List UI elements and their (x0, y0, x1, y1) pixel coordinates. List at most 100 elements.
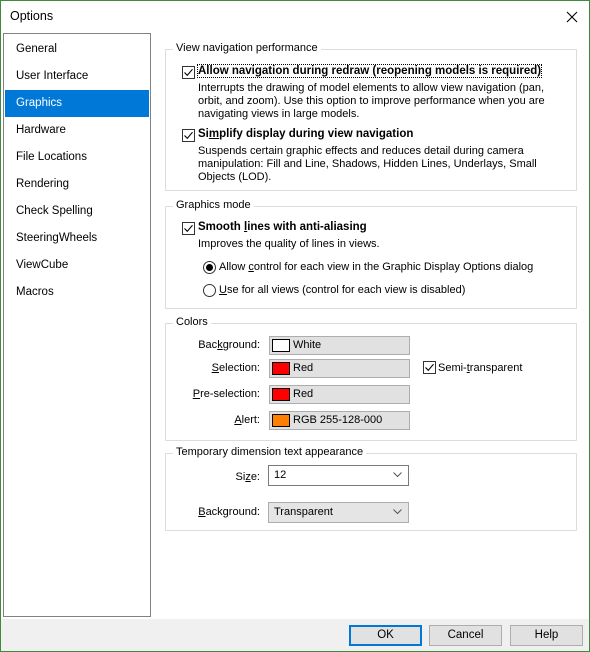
smooth-lines-label[interactable]: Smooth lines with anti-aliasing (198, 221, 367, 233)
cancel-button[interactable]: Cancel (429, 625, 502, 646)
selection-color-button[interactable]: Red (269, 359, 410, 378)
mnemonic: m (208, 128, 220, 140)
label-part: ackground: (205, 506, 260, 518)
close-button[interactable] (555, 1, 589, 33)
label-part: re-selection: (200, 388, 260, 400)
checkmark-icon (425, 363, 434, 372)
checkmark-icon (184, 224, 193, 233)
nav-item-graphics[interactable]: Graphics (5, 90, 149, 117)
label-part: ontrol for each view in the Graphic Disp… (253, 261, 534, 273)
simplify-display-label[interactable]: Simplify display during view navigation (198, 128, 413, 140)
label-part: Allow (219, 261, 249, 273)
selected-value: 12 (274, 469, 287, 481)
description-line: Suspends certain graphic effects and red… (198, 145, 524, 157)
nav-item-label: General (16, 43, 57, 55)
nav-item-label: File Locations (16, 151, 87, 163)
nav-item-rendering[interactable]: Rendering (5, 171, 149, 198)
nav-item-label: User Interface (16, 70, 89, 82)
color-swatch (272, 414, 290, 427)
size-dropdown[interactable]: 12 (268, 465, 409, 486)
description-line: manipulation: Fill and Line, Shadows, Hi… (198, 158, 537, 170)
nav-item-file-locations[interactable]: File Locations (5, 144, 149, 171)
chevron-down-icon (393, 509, 402, 515)
label-part: Si (235, 471, 246, 483)
use-for-all-views-radio[interactable] (203, 284, 216, 297)
options-dialog: Options General User Interface Graphics … (0, 0, 590, 652)
simplify-display-checkbox[interactable] (182, 129, 195, 142)
color-swatch (272, 388, 290, 401)
checkmark-icon (184, 68, 193, 77)
category-list: General User Interface Graphics Hardware… (3, 33, 151, 617)
title-bar: Options (1, 1, 589, 33)
dialog-title: Options (10, 9, 54, 23)
semi-transparent-label[interactable]: Semi-transparent (438, 362, 522, 374)
semi-transparent-checkbox[interactable] (423, 361, 436, 374)
group-label: Colors (173, 316, 211, 328)
group-label: View navigation performance (173, 42, 321, 54)
mnemonic: P (192, 388, 201, 400)
background-color-button[interactable]: White (269, 336, 410, 355)
colors-group: Colors Background: White Selection: Red … (165, 316, 577, 441)
nav-item-label: Check Spelling (16, 205, 93, 217)
alert-color-label: Alert: (166, 414, 260, 426)
description-line: orbit, and zoom). Use this option to imp… (198, 95, 545, 107)
label-part: lert: (241, 414, 260, 426)
radio-dot (206, 264, 213, 271)
label-part: ines with anti-aliasing (247, 221, 367, 233)
color-value: White (293, 339, 322, 351)
help-button[interactable]: Help (510, 625, 583, 646)
preselection-color-label: Pre-selection: (166, 388, 260, 400)
graphics-settings-panel: View navigation performance Allow naviga… (153, 33, 589, 617)
description-line: navigating views in large models. (198, 108, 360, 120)
nav-item-steeringwheels[interactable]: SteeringWheels (5, 225, 149, 252)
color-swatch (272, 362, 290, 375)
nav-item-user-interface[interactable]: User Interface (5, 63, 149, 90)
group-label: Graphics mode (173, 199, 254, 211)
ok-button[interactable]: OK (349, 625, 422, 646)
background-color-label: Background: (166, 339, 260, 351)
mnemonic: A (234, 414, 242, 426)
allow-navigation-checkbox[interactable] (182, 66, 195, 79)
size-label: Size: (166, 471, 260, 483)
smooth-lines-checkbox[interactable] (182, 222, 195, 235)
color-value: Red (293, 362, 314, 374)
background-dropdown[interactable]: Transparent (268, 502, 409, 523)
preselection-color-button[interactable]: Red (269, 385, 410, 404)
nav-item-check-spelling[interactable]: Check Spelling (5, 198, 149, 225)
mnemonic: B (198, 506, 206, 518)
simplify-display-description: Suspends certain graphic effects and red… (198, 145, 537, 184)
nav-item-label: Rendering (16, 178, 70, 190)
color-value: Red (293, 388, 314, 400)
use-for-all-views-label[interactable]: Use for all views (control for each view… (219, 284, 465, 296)
alert-color-button[interactable]: RGB 255-128-000 (269, 411, 410, 430)
selected-value: Transparent (274, 506, 333, 518)
label-part: Semi- (438, 362, 467, 374)
allow-control-radio[interactable] (203, 261, 216, 274)
nav-item-general[interactable]: General (5, 36, 149, 63)
label-part: ransparent (469, 362, 523, 374)
nav-item-label: Macros (16, 286, 54, 298)
nav-item-label: Graphics (16, 97, 63, 109)
background-label: Background: (166, 506, 260, 518)
nav-item-label: Hardware (16, 124, 66, 136)
label-part: Smooth (198, 221, 244, 233)
allow-navigation-label[interactable]: Allow navigation during redraw (reopenin… (196, 64, 543, 78)
label-part: plify display during view navigation (219, 128, 414, 140)
nav-item-macros[interactable]: Macros (5, 279, 149, 306)
allow-navigation-description: Interrupts the drawing of model elements… (198, 82, 545, 121)
nav-item-viewcube[interactable]: ViewCube (5, 252, 149, 279)
label-part: Bac (198, 339, 218, 351)
chevron-down-icon (393, 472, 402, 478)
label-part: ground: (222, 339, 260, 351)
mnemonic: U (219, 284, 227, 296)
nav-item-label: ViewCube (16, 259, 69, 271)
dialog-body: General User Interface Graphics Hardware… (1, 33, 589, 619)
label-part: Si (198, 128, 209, 140)
dialog-footer: OK Cancel Help (1, 619, 589, 651)
view-navigation-group: View navigation performance Allow naviga… (165, 42, 577, 191)
smooth-lines-description: Improves the quality of lines in views. (198, 238, 380, 250)
nav-item-hardware[interactable]: Hardware (5, 117, 149, 144)
graphics-mode-group: Graphics mode Smooth lines with anti-ali… (165, 199, 577, 309)
color-value: RGB 255-128-000 (293, 414, 383, 426)
allow-control-label[interactable]: Allow control for each view in the Graph… (219, 261, 533, 273)
